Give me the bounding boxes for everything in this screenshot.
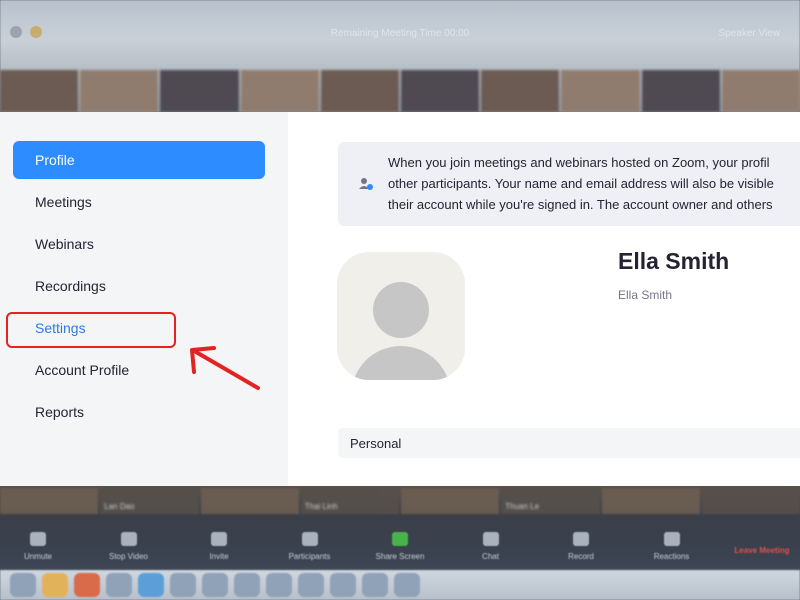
dock-app-icon[interactable] (138, 573, 164, 597)
invite-icon (211, 532, 227, 546)
red-arrow-icon (190, 346, 260, 390)
share-icon (392, 532, 408, 546)
stop-video-button[interactable]: Stop Video (99, 528, 159, 568)
leave-meeting-button[interactable]: Leave Meeting (732, 528, 792, 568)
sidebar-item-webinars[interactable]: Webinars (13, 225, 265, 263)
info-banner-text: When you join meetings and webinars host… (388, 152, 800, 215)
chat-button[interactable]: Chat (461, 528, 521, 568)
meeting-title: Remaining Meeting Time 00:00 (330, 28, 470, 39)
dock-app-icon[interactable] (266, 573, 292, 597)
participant-tile: Thai Linh (300, 488, 399, 514)
dock-app-icon[interactable] (10, 573, 36, 597)
dock-app-icon[interactable] (362, 573, 388, 597)
profile-panel: When you join meetings and webinars host… (288, 112, 800, 486)
participant-tile: Lan Dao (100, 488, 199, 514)
sidebar-item-profile[interactable]: Profile (13, 141, 265, 179)
avatar[interactable] (337, 252, 465, 380)
dock-app-icon[interactable] (394, 573, 420, 597)
sidebar-item-meetings[interactable]: Meetings (13, 183, 265, 221)
info-line: other participants. Your name and email … (388, 176, 774, 191)
sidebar-nav: Profile Meetings Webinars Recordings Set… (0, 112, 288, 486)
record-icon (573, 532, 589, 546)
avatar-body (351, 346, 451, 380)
personal-section: Personal (338, 428, 800, 458)
participant-tile (0, 488, 99, 514)
dock-app-icon[interactable] (74, 573, 100, 597)
participant-thumbnails (0, 70, 800, 112)
dock-app-icon[interactable] (42, 573, 68, 597)
os-dock (0, 570, 800, 600)
dock-app-icon[interactable] (298, 573, 324, 597)
dock-app-icon[interactable] (330, 573, 356, 597)
info-line: When you join meetings and webinars host… (388, 155, 770, 170)
video-icon (120, 532, 137, 546)
share-screen-button[interactable]: Share Screen (370, 528, 430, 568)
meeting-toolbar: Unmute Stop Video Invite Participants Sh… (0, 528, 800, 568)
participants-button[interactable]: Participants (280, 528, 340, 568)
participant-tile (200, 488, 299, 514)
meeting-titlebar: Remaining Meeting Time 00:00 Speaker Vie… (0, 20, 800, 46)
personal-section-label: Personal (350, 436, 402, 451)
record-button[interactable]: Record (551, 528, 611, 568)
sidebar-item-reports[interactable]: Reports (13, 393, 265, 431)
chat-icon (482, 532, 499, 546)
profile-display-name: Ella Smith (618, 248, 730, 274)
dock-app-icon[interactable] (234, 573, 260, 597)
dock-app-icon[interactable] (170, 573, 196, 597)
mic-icon (30, 532, 46, 546)
unmute-button[interactable]: Unmute (8, 528, 68, 568)
participant-tile (701, 488, 800, 514)
settings-highlight-box (6, 312, 176, 348)
sidebar-item-recordings[interactable]: Recordings (13, 267, 265, 305)
speaker-view-button[interactable]: Speaker View (718, 28, 780, 39)
participant-tile (601, 488, 700, 514)
privacy-icon (359, 178, 373, 190)
dock-app-icon[interactable] (106, 573, 132, 597)
dock-app-icon[interactable] (202, 573, 228, 597)
avatar-head (373, 282, 429, 338)
participant-tile (401, 488, 500, 514)
info-banner: When you join meetings and webinars host… (338, 142, 800, 226)
reactions-icon (663, 532, 680, 546)
invite-button[interactable]: Invite (189, 528, 249, 568)
info-line: their account while you're signed in. Th… (388, 197, 773, 212)
profile-sub-name: Ella Smith (618, 288, 673, 302)
participant-strip: Lan Dao Thai Linh Thuan Le (0, 488, 800, 514)
reactions-button[interactable]: Reactions (642, 528, 702, 568)
participants-icon (301, 532, 318, 546)
participant-tile: Thuan Le (501, 488, 600, 514)
